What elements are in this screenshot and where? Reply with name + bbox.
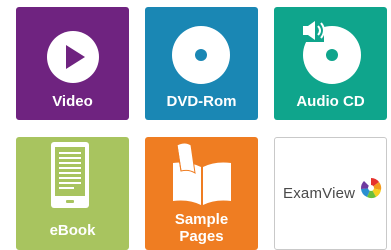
sample-pages-tile[interactable]: Sample Pages — [145, 137, 258, 250]
examview-logo-text: ExamView — [283, 185, 356, 202]
video-label: Video — [52, 93, 93, 110]
ebook-label: eBook — [49, 222, 96, 239]
sample-label-line2: Pages — [179, 228, 224, 245]
dvd-rom-tile[interactable]: DVD-Rom — [145, 7, 258, 120]
video-tile[interactable]: Video — [16, 7, 129, 120]
audio-cd-tile[interactable]: Audio CD — [274, 7, 387, 120]
sample-label-line1: Sample — [174, 211, 229, 228]
examview-tile[interactable]: ExamView — [274, 137, 387, 250]
dvd-rom-label: DVD-Rom — [166, 93, 237, 110]
ebook-tile[interactable]: eBook — [16, 137, 129, 250]
examview-logo-icon — [360, 178, 382, 199]
audio-cd-label: Audio CD — [296, 93, 365, 110]
